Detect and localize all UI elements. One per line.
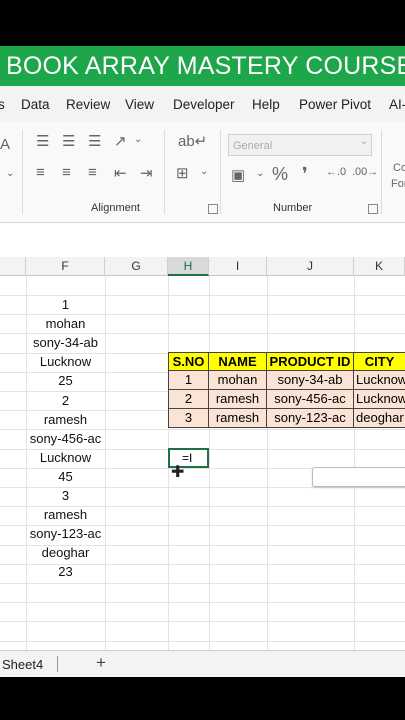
table-cell[interactable]: 2 — [168, 390, 209, 409]
comma-style-icon[interactable]: ❜ — [302, 164, 308, 185]
gridline — [0, 583, 405, 584]
cell-f-value[interactable]: sony-456-ac — [26, 429, 105, 448]
increase-decimal-icon[interactable]: ←.0 — [326, 166, 346, 178]
sheet-tab-bar: Sheet4 + — [0, 650, 405, 677]
column-header-k[interactable]: K — [354, 257, 405, 276]
table-header-city[interactable]: CITY — [354, 352, 405, 371]
gridline — [209, 276, 210, 650]
align-middle-icon[interactable]: ☰ — [62, 132, 75, 150]
cell-f-value[interactable]: ramesh — [26, 505, 105, 524]
cell-f-value[interactable]: 2 — [26, 391, 105, 410]
ribbon-separator — [164, 130, 165, 214]
column-header-j[interactable]: J — [267, 257, 354, 276]
cell-f-value[interactable]: Lucknow — [26, 448, 105, 467]
chevron-down-icon[interactable]: ⌄ — [256, 168, 264, 179]
table-cell[interactable]: Lucknow — [354, 371, 405, 390]
conditional-formatting-partial[interactable]: Co — [393, 162, 405, 174]
tab-power-pivot[interactable]: Power Pivot — [299, 97, 371, 112]
cell-f-value[interactable]: ramesh — [26, 410, 105, 429]
cell-f-value[interactable]: 3 — [26, 486, 105, 505]
format-table-partial[interactable]: For — [391, 178, 405, 190]
percent-icon[interactable]: % — [272, 164, 288, 185]
gridline — [354, 276, 355, 650]
wrap-text-icon[interactable]: ab↵ — [178, 132, 207, 150]
table-header-name[interactable]: NAME — [209, 352, 267, 371]
ribbon-separator — [22, 130, 23, 214]
alignment-group-label: Alignment — [91, 202, 140, 214]
cell-f-value[interactable]: 1 — [26, 295, 105, 314]
table-header-product-id[interactable]: PRODUCT ID — [267, 352, 354, 371]
gridline — [0, 621, 405, 623]
table-cell[interactable]: ramesh — [209, 390, 267, 409]
table-cell[interactable]: sony-456-ac — [267, 390, 354, 409]
cell-f-value[interactable]: sony-123-ac — [26, 524, 105, 543]
number-format-select[interactable]: General — [228, 134, 372, 156]
table-cell[interactable]: Lucknow — [354, 390, 405, 409]
table-cell[interactable]: sony-34-ab — [267, 371, 354, 390]
sheet-tab[interactable]: Sheet4 — [2, 657, 43, 672]
tab-ai-partial[interactable]: AI- — [389, 97, 405, 112]
number-launcher-icon[interactable] — [368, 204, 378, 214]
tab-review[interactable]: Review — [66, 97, 110, 112]
accounting-format-icon[interactable]: ▣ — [231, 166, 245, 184]
table-cell[interactable]: sony-123-ac — [267, 409, 354, 428]
tab-view[interactable]: View — [125, 97, 154, 112]
cell-f-value[interactable]: mohan — [26, 314, 105, 333]
number-group-label: Number — [273, 202, 313, 214]
gridline — [105, 276, 106, 650]
chevron-down-icon[interactable]: ⌄ — [200, 166, 208, 177]
merge-center-icon[interactable]: ⊞ — [176, 164, 189, 182]
cell-f-value[interactable]: Lucknow — [26, 352, 105, 371]
table-cell[interactable]: deoghar — [354, 409, 405, 428]
align-center-icon[interactable]: ≡ — [62, 164, 71, 181]
tab-help[interactable]: Help — [252, 97, 280, 112]
cell-f-value[interactable]: deoghar — [26, 543, 105, 562]
cell-f-value[interactable]: 23 — [26, 562, 105, 581]
chevron-down-icon[interactable]: ⌄ — [134, 134, 142, 145]
align-left-icon[interactable]: ≡ — [36, 164, 45, 181]
cell-f-value[interactable]: 45 — [26, 467, 105, 486]
column-header-partial[interactable] — [0, 257, 26, 276]
alignment-launcher-icon[interactable] — [208, 204, 218, 214]
align-right-icon[interactable]: ≡ — [88, 164, 97, 181]
sheet-tab-separator — [57, 656, 58, 672]
table-cell[interactable]: 1 — [168, 371, 209, 390]
cell-f-value[interactable]: sony-34-ab — [26, 333, 105, 352]
formula-autocomplete-dropdown[interactable] — [312, 467, 405, 487]
chevron-down-icon[interactable]: ⌄ — [360, 136, 368, 147]
align-bottom-icon[interactable]: ☰ — [88, 132, 101, 150]
tab-developer[interactable]: Developer — [173, 97, 235, 112]
tab-partial-left[interactable]: s — [0, 97, 5, 112]
decrease-decimal-icon[interactable]: .00→ — [352, 166, 378, 178]
cell-cursor-icon: ✚ — [171, 464, 185, 481]
chevron-down-icon[interactable]: ⌄ — [6, 168, 14, 179]
table-header-sno[interactable]: S.NO — [168, 352, 209, 371]
tab-data[interactable]: Data — [21, 97, 50, 112]
font-size-icon[interactable]: A — [0, 136, 10, 153]
ribbon-separator — [220, 130, 221, 214]
column-header-g[interactable]: G — [105, 257, 168, 276]
column-header-f[interactable]: F — [26, 257, 105, 276]
formula-bar-area — [0, 223, 405, 258]
gridline — [0, 640, 405, 642]
cell-f-value[interactable]: 25 — [26, 371, 105, 390]
course-title: BOOK ARRAY MASTERY COURSE — [6, 52, 405, 80]
gridline — [267, 276, 268, 650]
decrease-indent-icon[interactable]: ⇤ — [114, 164, 127, 182]
gridline — [0, 602, 405, 604]
ribbon-tabs: s Data Review View Developer Help Power … — [0, 86, 405, 123]
table-cell[interactable]: 3 — [168, 409, 209, 428]
align-top-icon[interactable]: ☰ — [36, 132, 49, 150]
increase-indent-icon[interactable]: ⇥ — [140, 164, 153, 182]
worksheet-grid[interactable]: F G H I J K 1 mohan sony-34-ab Lucknow 2… — [0, 257, 405, 650]
ribbon-panel: A ⌄ ☰ ☰ ☰ ↗ ⌄ ≡ ≡ ≡ ⇤ ⇥ ab↵ ⊞ ⌄ Alignmen… — [0, 122, 405, 223]
course-title-banner: BOOK ARRAY MASTERY COURSE — [0, 46, 405, 86]
orientation-icon[interactable]: ↗ — [114, 132, 127, 150]
table-cell[interactable]: ramesh — [209, 409, 267, 428]
column-header-h[interactable]: H — [168, 257, 209, 276]
add-sheet-icon[interactable]: + — [96, 653, 106, 673]
ribbon-separator — [381, 130, 382, 214]
column-header-i[interactable]: I — [209, 257, 267, 276]
table-cell[interactable]: mohan — [209, 371, 267, 390]
